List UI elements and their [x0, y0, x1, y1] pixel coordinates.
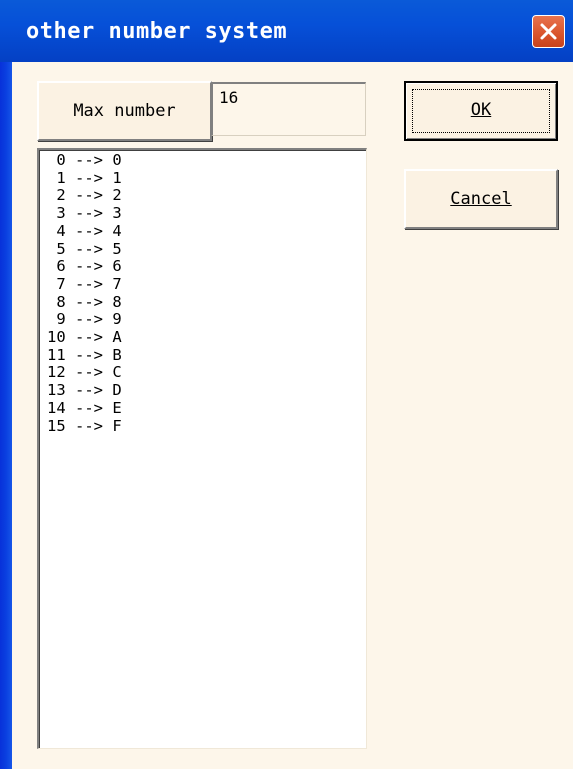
ok-button-label: OK — [470, 100, 492, 120]
list-item[interactable]: 8 --> 8 — [47, 293, 366, 312]
list-item[interactable]: 11 --> B — [47, 346, 366, 365]
close-button[interactable] — [532, 15, 565, 48]
ok-button[interactable]: OK — [404, 81, 558, 141]
list-item[interactable]: 5 --> 5 — [47, 240, 366, 259]
list-item[interactable]: 7 --> 7 — [47, 275, 366, 294]
list-item[interactable]: 13 --> D — [47, 381, 366, 400]
list-item[interactable]: 10 --> A — [47, 328, 366, 347]
max-number-input[interactable]: 16 — [211, 82, 366, 136]
number-mapping-list[interactable]: 0 --> 0 1 --> 1 2 --> 2 3 --> 3 4 --> 4 … — [37, 148, 367, 749]
cancel-button[interactable]: Cancel — [404, 169, 558, 229]
max-number-button[interactable]: Max number — [37, 81, 212, 141]
list-item[interactable]: 3 --> 3 — [47, 204, 366, 223]
list-item[interactable]: 4 --> 4 — [47, 222, 366, 241]
close-icon — [540, 23, 557, 40]
list-item[interactable]: 9 --> 9 — [47, 311, 366, 329]
dialog-window: other number system Max number 16 OK Can… — [0, 0, 573, 769]
window-title: other number system — [26, 19, 288, 44]
dialog-client-area: Max number 16 OK Cancel 0 --> 0 1 --> 1 … — [12, 62, 573, 769]
list-item[interactable]: 2 --> 2 — [47, 187, 366, 205]
title-bar[interactable]: other number system — [0, 0, 573, 62]
list-item[interactable]: 12 --> C — [47, 364, 366, 382]
list-item[interactable]: 14 --> E — [47, 399, 366, 418]
list-item[interactable]: 15 --> F — [47, 417, 366, 436]
list-item[interactable]: 6 --> 6 — [47, 258, 366, 276]
list-item[interactable]: 1 --> 1 — [47, 169, 366, 188]
list-item[interactable]: 0 --> 0 — [47, 151, 366, 170]
cancel-button-label: Cancel — [450, 189, 512, 209]
window-border-left — [0, 62, 12, 769]
